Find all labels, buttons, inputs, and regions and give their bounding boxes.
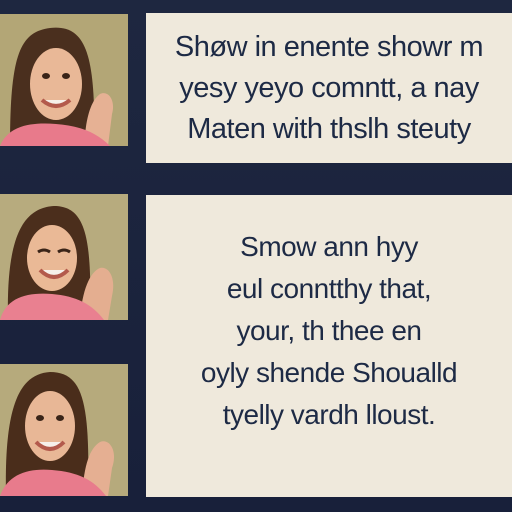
bottom-caption-line-5: tyelly vardh lloust.	[222, 399, 436, 430]
top-caption-line-2: yesy yeyo comntt, a nay	[179, 71, 479, 104]
meme-frame: Shøw in enente showr m yesy yeyo comntt,…	[0, 0, 512, 512]
bottom-caption-line-1: Smow ann hyy	[240, 231, 418, 262]
top-caption-line-3: Maten with thslh steuty	[187, 112, 471, 145]
person-photo-2	[0, 194, 128, 320]
person-photo-3	[0, 364, 128, 496]
person-photo-1	[0, 14, 128, 146]
bottom-caption-line-3: your, th thee en	[236, 315, 422, 346]
bottom-caption-line-4: oyly shende Shoualld	[200, 357, 458, 388]
top-caption-line-1: Shøw in enente showr m	[174, 30, 484, 63]
bottom-caption-line-2: eul conntthy that,	[226, 273, 432, 304]
bottom-caption-panel: Smow ann hyy eul conntthy that, your, th…	[146, 195, 512, 497]
top-caption-panel: Shøw in enente showr m yesy yeyo comntt,…	[146, 13, 512, 163]
